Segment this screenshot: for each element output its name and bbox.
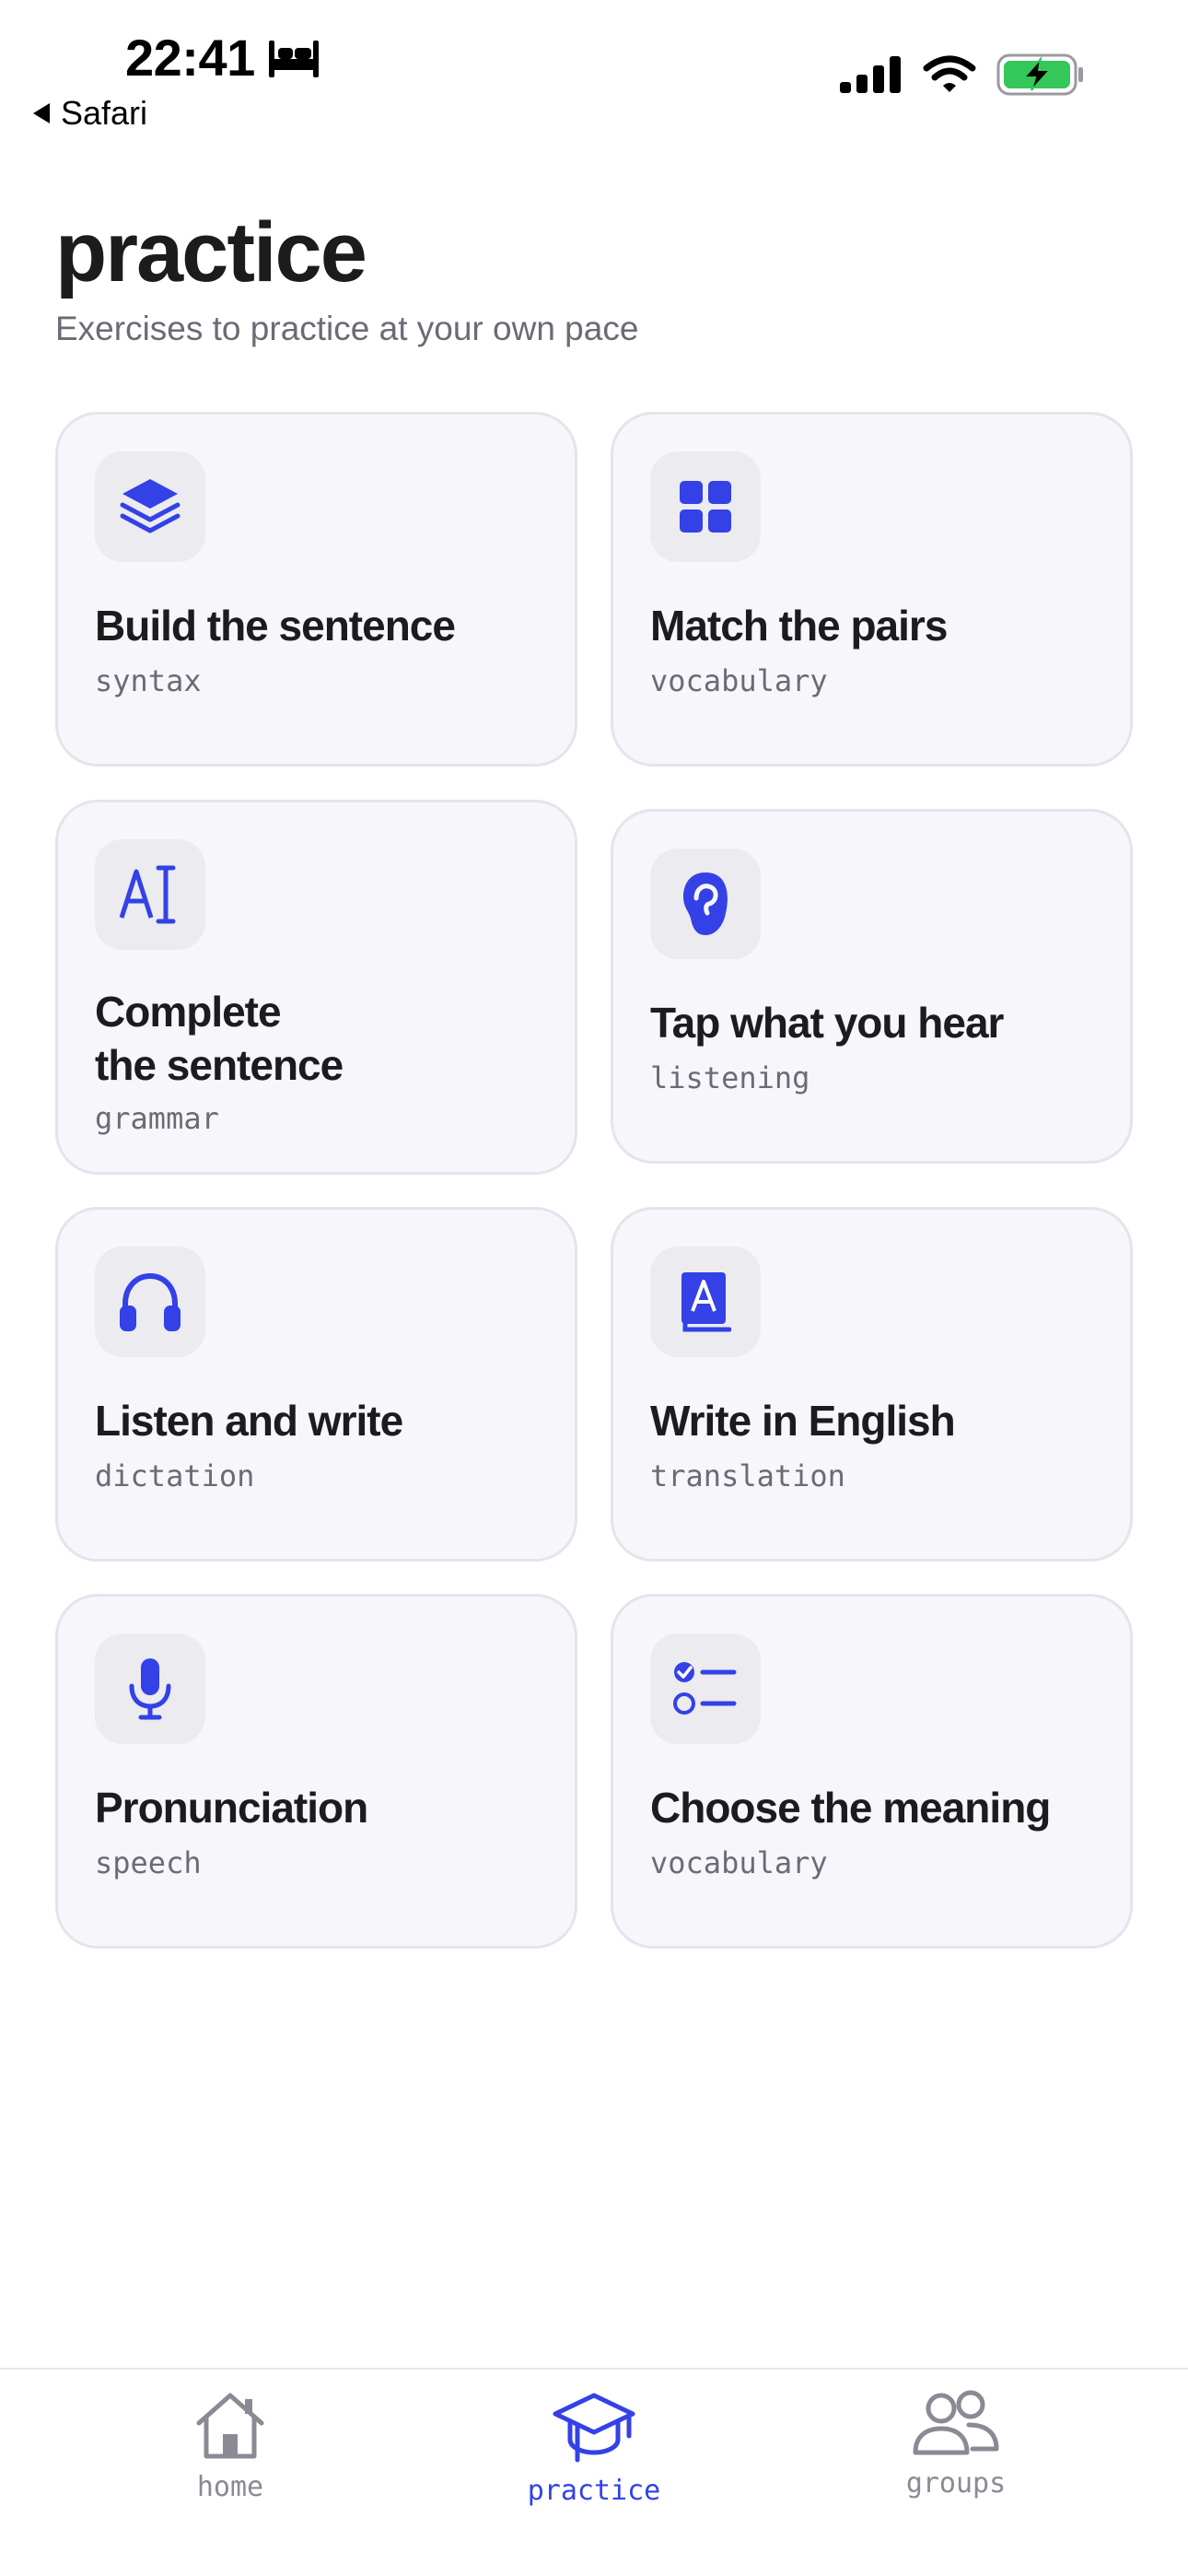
card-title: Complete the sentence xyxy=(95,988,344,1089)
card-tag: vocabulary xyxy=(650,1845,828,1880)
tab-label: home xyxy=(196,2471,264,2503)
wifi-icon xyxy=(923,55,976,92)
card-tag: syntax xyxy=(95,663,202,698)
card-title: Match the pairs xyxy=(650,602,948,650)
page-title: practice xyxy=(55,205,367,299)
tab-bar: home practice groups xyxy=(0,2368,1188,2576)
tab-practice[interactable]: practice xyxy=(493,2390,695,2537)
card-tag: speech xyxy=(95,1845,202,1880)
back-arrow-icon xyxy=(33,103,50,123)
home-icon xyxy=(196,2393,264,2459)
card-title: Listen and write xyxy=(95,1397,403,1445)
dictionary-icon xyxy=(681,1272,731,1332)
card-tag: vocabulary xyxy=(650,663,828,698)
status-time: 22:41 xyxy=(125,29,255,87)
card-icon-tile xyxy=(650,1633,761,1744)
back-to-safari[interactable]: Safari xyxy=(33,94,147,133)
practice-screen: 22:41 Safari practice Exercises to pract… xyxy=(0,0,1188,2576)
headphones-icon xyxy=(120,1272,181,1331)
status-indicators xyxy=(840,53,1085,96)
exercise-card-choose-the-meaning[interactable]: Choose the meaning vocabulary xyxy=(611,1594,1133,1949)
tab-label: practice xyxy=(527,2475,661,2507)
card-icon-tile xyxy=(95,1247,205,1357)
card-tag: translation xyxy=(650,1458,845,1493)
ear-icon xyxy=(683,872,728,935)
card-title: Choose the meaning xyxy=(650,1784,1051,1832)
exercise-card-write-in-english[interactable]: Write in English translation xyxy=(611,1207,1133,1562)
card-icon-tile xyxy=(650,849,761,959)
page-subtitle: Exercises to practice at your own pace xyxy=(55,310,639,347)
card-tag: listening xyxy=(650,1060,810,1095)
grid-icon xyxy=(680,481,731,533)
exercise-card-complete-the-sentence[interactable]: Complete the sentence grammar xyxy=(55,800,577,1175)
cellular-signal-icon xyxy=(840,56,901,93)
card-title: Build the sentence xyxy=(95,602,456,650)
checklist-icon xyxy=(673,1662,737,1715)
exercise-card-pronunciation[interactable]: Pronunciation speech xyxy=(55,1594,577,1949)
card-title: Tap what you hear xyxy=(650,999,1004,1047)
card-tag: dictation xyxy=(95,1458,255,1493)
tab-label: groups xyxy=(905,2467,1007,2500)
battery-charging-icon xyxy=(996,53,1083,96)
microphone-icon xyxy=(129,1658,171,1720)
card-icon-tile xyxy=(95,451,205,562)
tab-home[interactable]: home xyxy=(129,2390,332,2537)
exercise-card-listen-and-write[interactable]: Listen and write dictation xyxy=(55,1207,577,1562)
card-icon-tile xyxy=(650,1247,761,1357)
card-title: Pronunciation xyxy=(95,1784,368,1832)
back-label: Safari xyxy=(61,94,148,132)
exercise-card-build-the-sentence[interactable]: Build the sentence syntax xyxy=(55,412,577,767)
graduation-cap-icon xyxy=(553,2393,635,2463)
layers-icon xyxy=(120,479,181,533)
tab-groups[interactable]: groups xyxy=(855,2390,1057,2537)
card-title: Write in English xyxy=(650,1397,956,1445)
card-icon-tile xyxy=(95,1633,205,1744)
card-icon-tile xyxy=(650,451,761,562)
bed-icon xyxy=(269,41,319,77)
card-icon-tile xyxy=(95,839,205,950)
text-cursor-icon xyxy=(119,865,176,924)
exercise-card-tap-what-you-hear[interactable]: Tap what you hear listening xyxy=(611,809,1133,1164)
card-tag: grammar xyxy=(95,1101,219,1136)
exercise-card-match-the-pairs[interactable]: Match the pairs vocabulary xyxy=(611,412,1133,767)
users-icon xyxy=(913,2390,999,2455)
status-bar: 22:41 Safari xyxy=(0,0,1188,147)
